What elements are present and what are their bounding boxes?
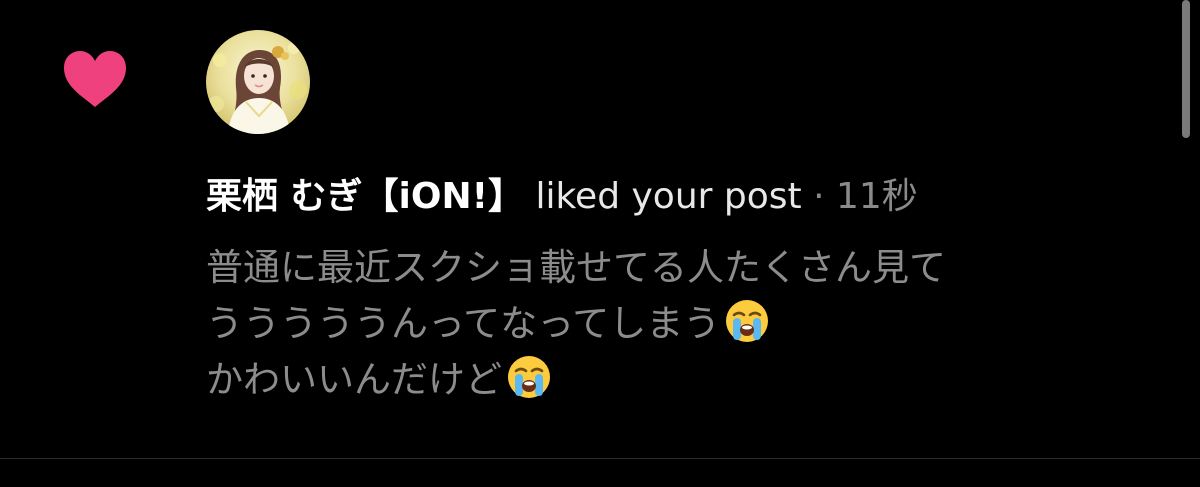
post-line: かわいいんだけど — [206, 352, 1166, 408]
scrollbar-thumb[interactable] — [1182, 0, 1190, 138]
liked-post-text[interactable]: 普通に最近スクショ載せてる人たくさん見て うううううんってなってしまう かわいい… — [206, 240, 1166, 408]
loudly-crying-face-emoji — [726, 300, 769, 342]
heart-icon — [64, 51, 126, 107]
notification-headline: 栗栖 むぎ【iON!】 liked your post · 11秒 — [206, 170, 918, 224]
user-avatar[interactable] — [206, 30, 310, 134]
divider — [0, 458, 1200, 459]
author-name[interactable]: 栗栖 むぎ【iON!】 — [206, 176, 524, 217]
like-notification[interactable]: 栗栖 むぎ【iON!】 liked your post · 11秒 普通に最近ス… — [0, 0, 1200, 458]
post-line: 普通に最近スクショ載せてる人たくさん見て — [206, 246, 946, 289]
separator-dot: · — [813, 176, 825, 217]
avatar-portrait-image — [206, 30, 310, 134]
timestamp: 11秒 — [836, 176, 918, 217]
notification-action: liked your post — [535, 176, 802, 217]
post-line: うううううんってなってしまう — [206, 296, 1166, 352]
loudly-crying-face-emoji — [508, 356, 550, 398]
